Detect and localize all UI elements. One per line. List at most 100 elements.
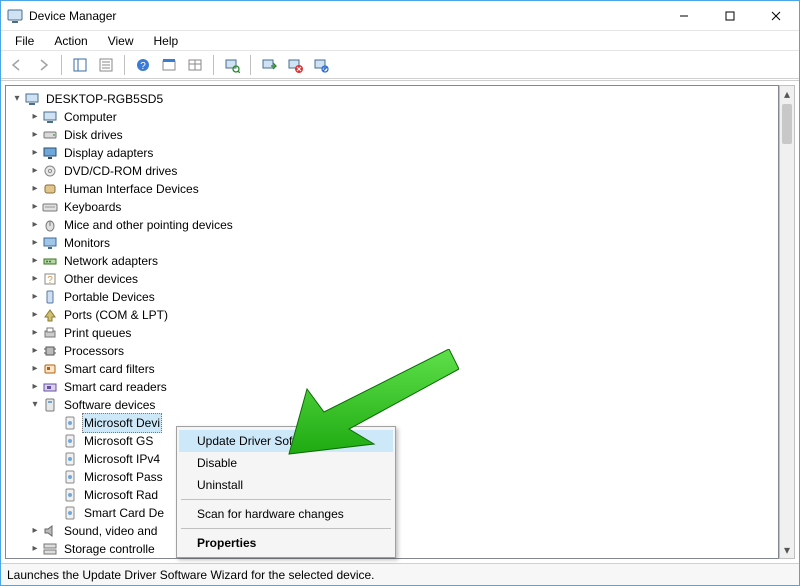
maximize-button[interactable] [707,1,753,31]
hid-icon [42,181,58,197]
context-properties[interactable]: Properties [179,532,393,554]
toolbar-separator [61,55,62,75]
toolbar-separator [124,55,125,75]
context-scan[interactable]: Scan for hardware changes [179,503,393,525]
tree-category-label: DVD/CD-ROM drives [62,162,179,180]
tree-category-label: Portable Devices [62,288,157,306]
tree-category[interactable]: ? Other devices [8,270,776,288]
properties-toolbar-button[interactable] [94,53,118,77]
tree-root[interactable]: DESKTOP-RGB5SD5 [8,90,776,108]
tree-device-label: Smart Card De [82,504,166,522]
toolbar: ? [1,51,799,79]
context-menu: Update Driver Software... Disable Uninst… [176,426,396,558]
context-separator [181,499,391,500]
scroll-down-icon[interactable]: ▾ [780,542,794,558]
expander-icon[interactable] [28,522,42,540]
display-icon [42,145,58,161]
menu-help[interactable]: Help [144,32,189,50]
minimize-button[interactable] [661,1,707,31]
tree-category[interactable]: Smart card filters [8,360,776,378]
tree-category[interactable]: Human Interface Devices [8,180,776,198]
menu-action[interactable]: Action [44,32,97,50]
tree-category-label: Monitors [62,234,112,252]
expander-icon[interactable] [10,90,24,108]
software-device-icon [62,505,78,521]
toolbar-separator [213,55,214,75]
menu-view[interactable]: View [98,32,144,50]
forward-button[interactable] [31,53,55,77]
tree-category[interactable]: Network adapters [8,252,776,270]
expander-icon[interactable] [28,162,42,180]
software-icon [42,397,58,413]
expander-icon[interactable] [28,270,42,288]
tree-category-label: Network adapters [62,252,160,270]
mouse-icon [42,217,58,233]
context-update-driver[interactable]: Update Driver Software... [179,430,393,452]
scan-hardware-button[interactable] [220,53,244,77]
dvd-icon [42,163,58,179]
expander-icon[interactable] [28,342,42,360]
scroll-up-icon[interactable]: ▴ [780,86,794,102]
port-icon [42,307,58,323]
software-device-icon [62,469,78,485]
show-hide-tree-button[interactable] [68,53,92,77]
update-driver-toolbar-button[interactable] [257,53,281,77]
tree-category[interactable]: DVD/CD-ROM drives [8,162,776,180]
context-uninstall[interactable]: Uninstall [179,474,393,496]
storage-icon [42,541,58,557]
back-button[interactable] [5,53,29,77]
context-separator [181,528,391,529]
tree-category[interactable]: Processors [8,342,776,360]
tree-device-label: Microsoft Rad [82,486,160,504]
expander-icon[interactable] [28,396,42,414]
close-button[interactable] [753,1,799,31]
portable-icon [42,289,58,305]
scroll-thumb[interactable] [782,104,792,144]
help-toolbar-button[interactable]: ? [131,53,155,77]
uninstall-toolbar-button[interactable] [283,53,307,77]
software-device-icon [62,487,78,503]
expander-icon[interactable] [28,180,42,198]
tree-category-label: Print queues [62,324,133,342]
tree-wrap: DESKTOP-RGB5SD5ComputerDisk drivesDispla… [1,80,799,563]
tree-category[interactable]: Disk drives [8,126,776,144]
tree-category[interactable]: Mice and other pointing devices [8,216,776,234]
context-disable[interactable]: Disable [179,452,393,474]
expander-icon[interactable] [28,324,42,342]
expander-icon[interactable] [28,126,42,144]
tree-category-label: Processors [62,342,126,360]
tree-category[interactable]: Portable Devices [8,288,776,306]
expander-icon[interactable] [28,360,42,378]
expander-icon[interactable] [28,234,42,252]
expander-icon[interactable] [28,216,42,234]
menu-file[interactable]: File [5,32,44,50]
tree-category[interactable]: Software devices [8,396,776,414]
network-icon [42,253,58,269]
tree-category[interactable]: Display adapters [8,144,776,162]
tree-category[interactable]: Print queues [8,324,776,342]
disable-toolbar-button[interactable] [309,53,333,77]
tree-category[interactable]: Keyboards [8,198,776,216]
expander-icon[interactable] [28,540,42,558]
expander-icon[interactable] [28,306,42,324]
view-toolbar-button[interactable] [183,53,207,77]
tree-category[interactable]: Smart card readers [8,378,776,396]
tree-category-label: Disk drives [62,126,125,144]
tree-category-label: Sound, video and [62,522,159,540]
tree-category-label: Smart card filters [62,360,157,378]
expander-icon[interactable] [28,108,42,126]
expander-icon[interactable] [28,252,42,270]
tree-category[interactable]: Computer [8,108,776,126]
tree-category[interactable]: Ports (COM & LPT) [8,306,776,324]
expander-icon[interactable] [28,378,42,396]
sound-icon [42,523,58,539]
svg-text:?: ? [47,275,53,286]
cpu-icon [42,343,58,359]
vertical-scrollbar[interactable]: ▴ ▾ [779,85,795,559]
expander-icon[interactable] [28,144,42,162]
tree-category[interactable]: Monitors [8,234,776,252]
action-toolbar-button[interactable] [157,53,181,77]
expander-icon[interactable] [28,198,42,216]
tree-category-label: Other devices [62,270,140,288]
expander-icon[interactable] [28,288,42,306]
